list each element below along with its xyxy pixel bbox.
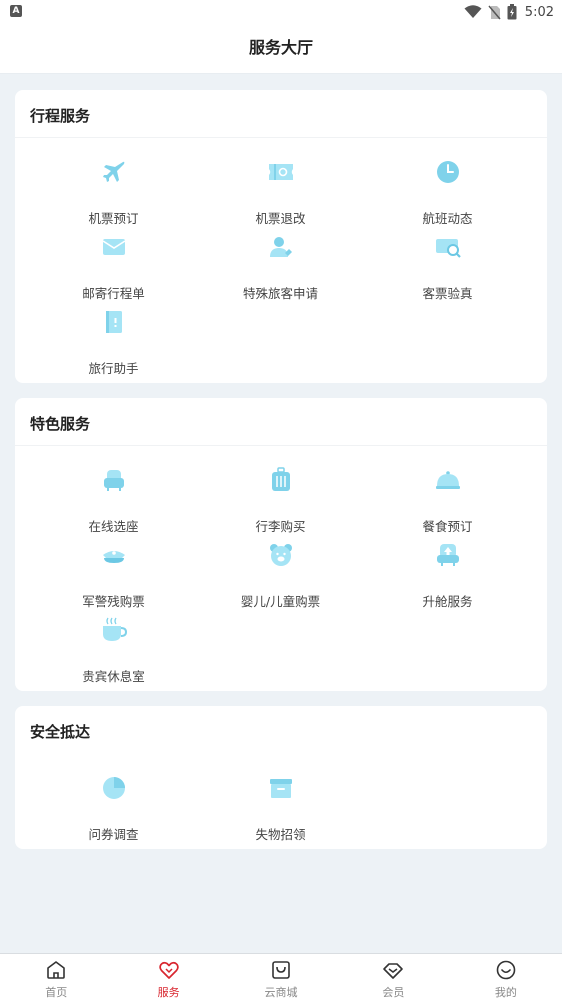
battery-charging-icon	[507, 4, 517, 20]
tab-mall[interactable]: 云商城	[225, 954, 337, 1000]
clock-time: 5:02	[524, 4, 554, 20]
tab-profile[interactable]: 我的	[450, 954, 562, 1000]
airplane-icon	[102, 161, 124, 182]
meal-cloche-icon	[435, 471, 460, 489]
status-icons: 5:02	[464, 3, 554, 21]
service-label: 婴儿/儿童购票	[240, 594, 321, 609]
envelope-icon	[102, 239, 125, 255]
notification-icon: A	[10, 5, 22, 17]
no-sim-icon	[488, 5, 501, 19]
service-label: 问券调查	[88, 827, 139, 842]
service-travel-assistant[interactable]: 旅行助手	[25, 300, 202, 376]
service-vip-lounge[interactable]: 贵宾休息室	[25, 608, 202, 684]
page-title: 服务大厅	[0, 24, 562, 74]
home-icon	[47, 961, 66, 979]
service-ticket-refund[interactable]: 机票退改	[192, 150, 369, 226]
section-title: 安全抵达	[30, 723, 91, 741]
service-label: 特殊旅客申请	[242, 286, 318, 301]
status-bar: A 5:02	[0, 0, 562, 24]
service-mail-itinerary[interactable]: 邮寄行程单	[25, 225, 202, 301]
ticket-verify-icon	[435, 239, 461, 258]
section-safe-arrival: 安全抵达 问券调查 失物招领	[15, 706, 547, 849]
service-online-seat[interactable]: 在线选座	[25, 458, 202, 534]
pie-survey-icon	[102, 777, 125, 799]
service-ticket-verify[interactable]: 客票验真	[359, 225, 536, 301]
tab-label: 云商城	[264, 986, 298, 999]
service-label: 升舱服务	[422, 594, 473, 609]
service-military-police-disabled[interactable]: 军警残购票	[25, 533, 202, 609]
service-flight-status[interactable]: 航班动态	[359, 150, 536, 226]
tab-label: 我的	[494, 986, 517, 999]
bottom-tab-bar: 首页 服务 云商城 会员 我的	[0, 953, 562, 1000]
heart-icon	[158, 961, 179, 979]
tab-label: 服务	[157, 986, 180, 999]
seat-icon	[103, 470, 124, 491]
section-trip-services: 行程服务 机票预订 机票退改 航班动态 邮寄行程单 特殊旅客申请 客票验真 旅行…	[15, 90, 547, 383]
service-baggage-purchase[interactable]: 行李购买	[192, 458, 369, 534]
luggage-icon	[271, 467, 290, 491]
tab-services[interactable]: 服务	[112, 954, 224, 1000]
section-title: 特色服务	[15, 398, 547, 446]
special-passenger-icon	[269, 237, 292, 257]
tab-membership[interactable]: 会员	[337, 954, 449, 1000]
service-label: 失物招领	[255, 827, 306, 842]
tab-home[interactable]: 首页	[0, 954, 112, 1000]
travel-guide-icon	[105, 311, 122, 333]
service-lost-and-found[interactable]: 失物招领	[192, 766, 369, 842]
bear-icon	[269, 544, 292, 566]
tab-label: 会员	[382, 986, 405, 999]
service-label: 贵宾休息室	[82, 669, 145, 684]
lost-found-box-icon	[269, 779, 292, 798]
service-survey[interactable]: 问券调查	[25, 766, 202, 842]
section-featured-services: 特色服务 在线选座 行李购买 餐食预订 军警残购票 婴儿/儿童购票 升舱服务 贵…	[15, 398, 547, 691]
service-flight-booking[interactable]: 机票预订	[25, 150, 202, 226]
service-meal-booking[interactable]: 餐食预订	[359, 458, 536, 534]
tab-label: 首页	[45, 986, 68, 999]
service-upgrade[interactable]: 升舱服务	[359, 533, 536, 609]
service-special-passenger[interactable]: 特殊旅客申请	[192, 225, 369, 301]
diamond-icon	[383, 963, 404, 979]
service-infant-child-ticket[interactable]: 婴儿/儿童购票	[192, 533, 369, 609]
service-label: 旅行助手	[88, 361, 139, 376]
smiley-icon	[496, 960, 516, 980]
wifi-icon	[464, 5, 482, 18]
police-cap-icon	[102, 551, 125, 563]
clock-icon	[436, 161, 459, 183]
upgrade-seat-icon	[436, 544, 459, 566]
coffee-cup-icon	[102, 617, 127, 641]
ticket-refund-icon	[268, 164, 293, 180]
service-label: 客票验真	[422, 286, 473, 301]
section-title: 行程服务	[15, 90, 547, 138]
shopping-bag-icon	[272, 961, 290, 979]
